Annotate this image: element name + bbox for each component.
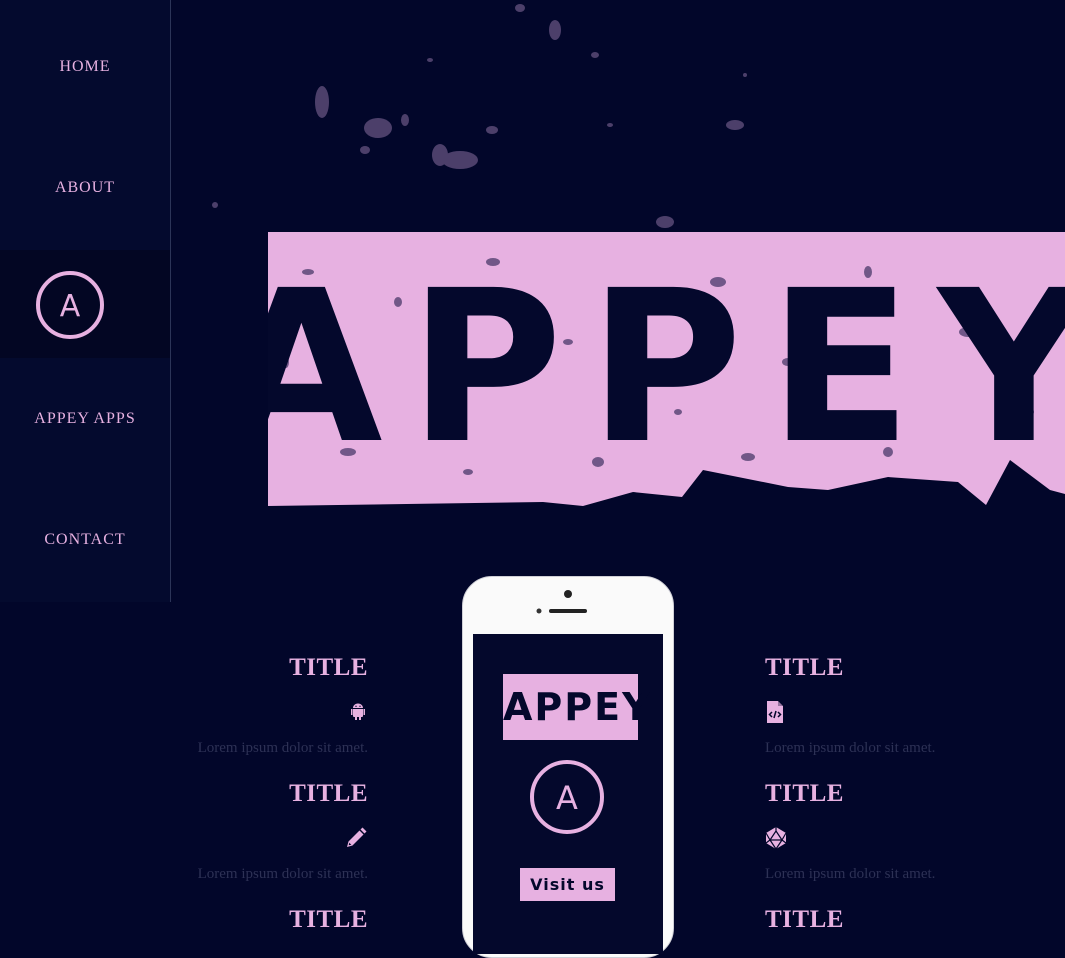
nav-item-contact[interactable]: CONTACT: [0, 531, 170, 549]
feature-description: Lorem ipsum dolor sit amet.: [765, 866, 936, 882]
phone-logo-icon: A: [530, 760, 604, 834]
hero-banner: APPEY: [268, 232, 1065, 506]
feature-title: TITLE: [765, 654, 844, 681]
feature-title: TITLE: [289, 780, 368, 807]
nav-logo[interactable]: A: [0, 250, 170, 358]
feature-title: TITLE: [289, 906, 368, 933]
nav-item-about[interactable]: ABOUT: [0, 179, 170, 197]
phone-screen: APPEY A Visit us: [473, 634, 663, 954]
hero-brand-text: APPEY: [268, 245, 1065, 490]
phone-brand: APPEY: [503, 674, 650, 740]
phone-speaker-icon: [536, 590, 587, 614]
feature-description: Lorem ipsum dolor sit amet.: [765, 740, 936, 756]
feature-title: TITLE: [765, 780, 844, 807]
phone-mockup: APPEY A Visit us: [462, 576, 674, 958]
logo-letter: A: [60, 289, 81, 324]
feature-title: TITLE: [289, 654, 368, 681]
feature-description: Lorem ipsum dolor sit amet.: [197, 740, 368, 756]
nav-item-appey-apps[interactable]: APPEY APPS: [0, 410, 170, 428]
phone-logo-letter: A: [556, 779, 578, 817]
logo-circle-icon: A: [36, 271, 104, 339]
pencil-icon: [347, 827, 367, 847]
visit-us-button[interactable]: Visit us: [520, 868, 615, 901]
sidebar-nav: HOME ABOUT A APPEY APPS CONTACT: [0, 0, 171, 602]
nav-item-home[interactable]: HOME: [0, 58, 170, 76]
feature-description: Lorem ipsum dolor sit amet.: [197, 866, 368, 882]
code-file-icon: [767, 701, 783, 723]
android-icon: [351, 703, 365, 720]
feature-title: TITLE: [765, 906, 844, 933]
dice-icon: [765, 827, 787, 850]
